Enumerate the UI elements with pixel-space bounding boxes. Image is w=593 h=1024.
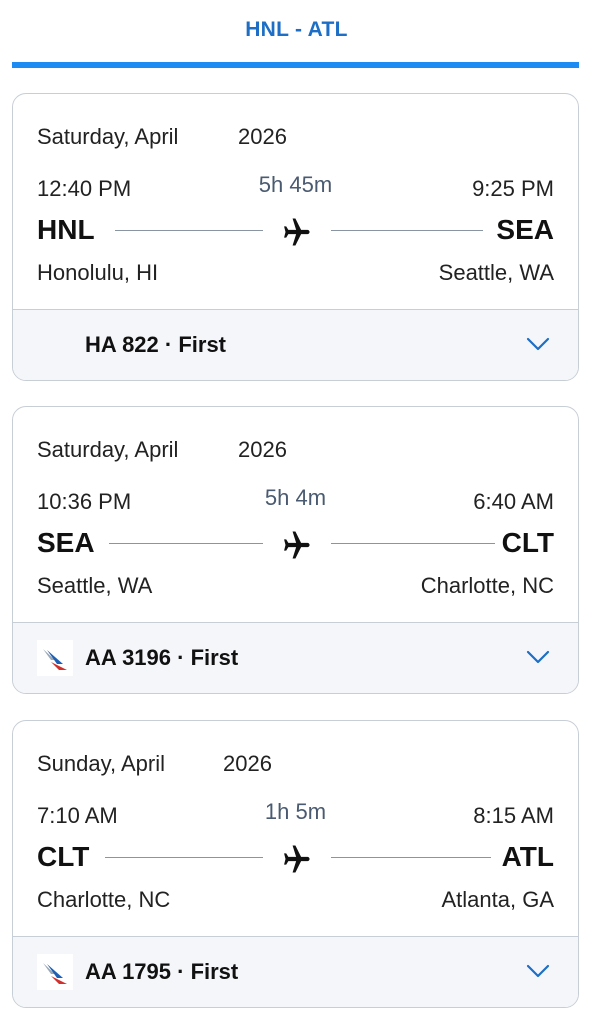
arrival-airport-code: CLT [501, 527, 554, 558]
route-line-left [109, 543, 263, 544]
arrival-time: 6:40 AM [473, 489, 554, 514]
arrival-time: 8:15 AM [473, 803, 554, 828]
route-tab[interactable]: HNL - ATL [0, 0, 593, 70]
chevron-down-icon[interactable] [526, 336, 550, 352]
arrival-city: Seattle, WA [438, 260, 554, 285]
chevron-down-icon[interactable] [526, 963, 550, 979]
flight-segment-card: Saturday, April 2026 12:40 PM 5h 45m 9:2… [12, 93, 579, 381]
active-tab-indicator [12, 62, 579, 68]
segment-year: 2026 [223, 751, 272, 776]
flight-details-toggle[interactable]: AA 3196 · First [13, 622, 578, 693]
arrival-city: Atlanta, GA [441, 887, 554, 912]
airplane-icon [284, 531, 310, 559]
segment-date: Saturday, April [37, 124, 179, 149]
flight-segment-card: Saturday, April 2026 10:36 PM 5h 4m 6:40… [12, 406, 579, 694]
departure-airport-code: CLT [37, 841, 90, 872]
flight-details-toggle[interactable]: HA 822 · First [13, 309, 578, 380]
chevron-down-icon[interactable] [526, 649, 550, 665]
departure-city: Honolulu, HI [37, 260, 159, 285]
route-line-right [331, 543, 495, 544]
route-line-left [105, 857, 263, 858]
segment-date: Sunday, April [37, 751, 166, 776]
flight-number-cabin: AA 3196 · First [85, 645, 239, 670]
departure-city: Seattle, WA [37, 573, 153, 598]
flight-number-cabin: AA 1795 · First [85, 959, 239, 984]
airplane-icon [284, 218, 310, 246]
arrival-airport-code: ATL [501, 841, 554, 872]
segment-year: 2026 [238, 437, 287, 462]
flight-number-cabin: HA 822 · First [85, 332, 227, 357]
flight-details-toggle[interactable]: AA 1795 · First [13, 936, 578, 1007]
route-title: HNL - ATL [245, 18, 348, 41]
american-airlines-logo [37, 640, 73, 676]
route-line-left [115, 230, 263, 231]
departure-city: Charlotte, NC [37, 887, 171, 912]
arrival-city: Charlotte, NC [420, 573, 554, 598]
departure-airport-code: HNL [37, 214, 95, 245]
route-line-right [331, 857, 491, 858]
departure-airport-code: SEA [37, 527, 95, 558]
segment-year: 2026 [238, 124, 287, 149]
arrival-airport-code: SEA [496, 214, 554, 245]
segment-date: Saturday, April [37, 437, 179, 462]
arrival-time: 9:25 PM [472, 176, 554, 201]
route-line-right [331, 230, 483, 231]
flight-segment-card: Sunday, April 2026 7:10 AM 1h 5m 8:15 AM… [12, 720, 579, 1008]
airplane-icon [284, 845, 310, 873]
american-airlines-logo [37, 954, 73, 990]
